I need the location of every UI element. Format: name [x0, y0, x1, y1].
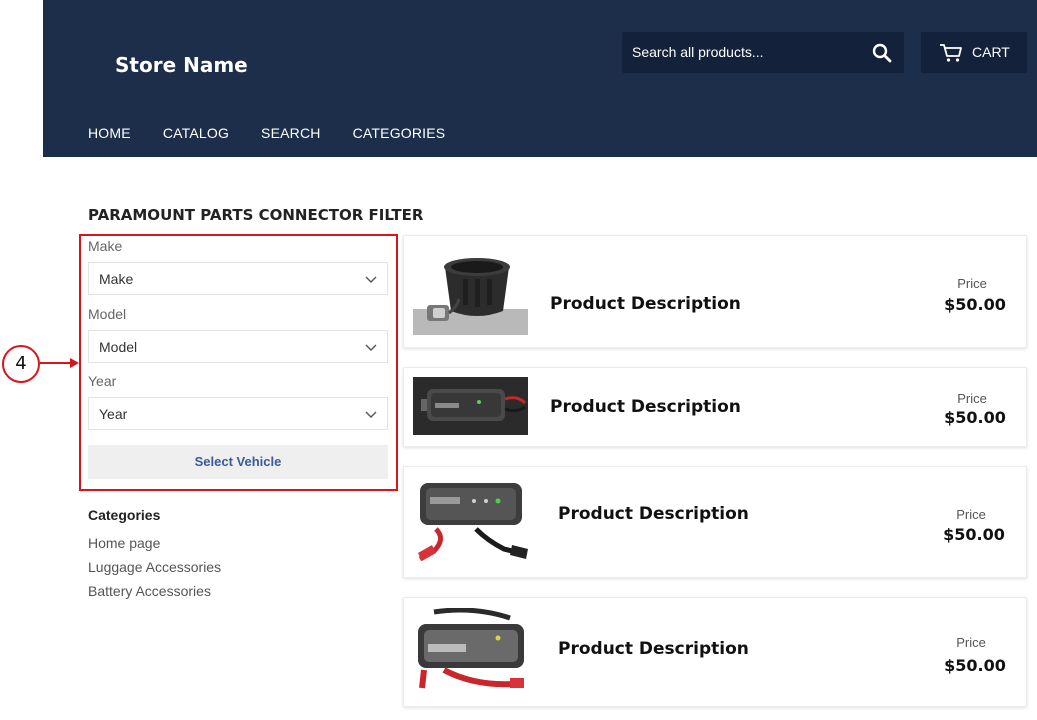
site-header: Store Name Search all products... CART H…: [43, 0, 1037, 157]
price-value: $50.00: [944, 408, 1006, 427]
search-icon[interactable]: [872, 43, 892, 63]
chevron-down-icon: [365, 411, 377, 418]
product-description[interactable]: Product Description: [550, 397, 741, 417]
year-select-value: Year: [99, 406, 128, 422]
product-description[interactable]: Product Description: [558, 639, 749, 659]
year-select[interactable]: Year: [88, 397, 388, 430]
annotation-callout: 4: [2, 345, 40, 383]
make-select[interactable]: Make: [88, 262, 388, 295]
price-label: Price: [956, 635, 986, 650]
category-link-battery[interactable]: Battery Accessories: [88, 583, 211, 599]
nav-categories[interactable]: CATEGORIES: [353, 125, 446, 141]
genius-boost-hd-image[interactable]: [414, 608, 528, 692]
price-label: Price: [957, 391, 987, 406]
model-label: Model: [88, 306, 127, 322]
chevron-down-icon: [365, 276, 377, 283]
store-name[interactable]: Store Name: [115, 53, 248, 77]
main-nav: HOME CATALOG SEARCH CATEGORIES: [88, 125, 477, 141]
product-card[interactable]: Product Description Price $50.00: [403, 367, 1027, 447]
make-label: Make: [88, 238, 123, 254]
noco-booster-clamps-image[interactable]: [416, 479, 532, 565]
product-card[interactable]: Product Description Price $50.00: [403, 466, 1027, 578]
annotation-number: 4: [15, 353, 27, 374]
product-card[interactable]: Product Description Price $50.00: [403, 235, 1027, 348]
model-select[interactable]: Model: [88, 330, 388, 363]
make-select-value: Make: [99, 271, 134, 287]
connector-cup-image[interactable]: [413, 251, 528, 335]
price-value: $50.00: [943, 525, 1005, 544]
product-description[interactable]: Product Description: [558, 504, 749, 524]
category-link-home[interactable]: Home page: [88, 535, 160, 551]
categories-title: Categories: [88, 507, 161, 523]
select-vehicle-button[interactable]: Select Vehicle: [88, 445, 388, 479]
price-value: $50.00: [944, 295, 1006, 314]
jump-starter-image[interactable]: [413, 377, 528, 435]
category-link-luggage[interactable]: Luggage Accessories: [88, 559, 221, 575]
annotation-arrow-icon: [40, 358, 79, 368]
filter-title: PARAMOUNT PARTS CONNECTOR FILTER: [88, 206, 424, 224]
search-bar[interactable]: Search all products...: [622, 32, 904, 73]
model-select-value: Model: [99, 339, 138, 355]
year-label: Year: [88, 373, 117, 389]
price-value: $50.00: [944, 656, 1006, 675]
cart-button[interactable]: CART: [921, 32, 1027, 73]
chevron-down-icon: [365, 344, 377, 351]
nav-catalog[interactable]: CATALOG: [163, 125, 229, 141]
select-vehicle-label: Select Vehicle: [194, 454, 282, 469]
nav-home[interactable]: HOME: [88, 125, 131, 141]
product-card[interactable]: Product Description Price $50.00: [403, 597, 1027, 707]
price-label: Price: [957, 276, 987, 291]
cart-label: CART: [972, 44, 1010, 60]
price-label: Price: [956, 507, 986, 522]
search-input[interactable]: Search all products...: [632, 44, 764, 60]
nav-search[interactable]: SEARCH: [261, 125, 321, 141]
cart-icon: [940, 44, 962, 62]
product-description[interactable]: Product Description: [550, 294, 741, 314]
